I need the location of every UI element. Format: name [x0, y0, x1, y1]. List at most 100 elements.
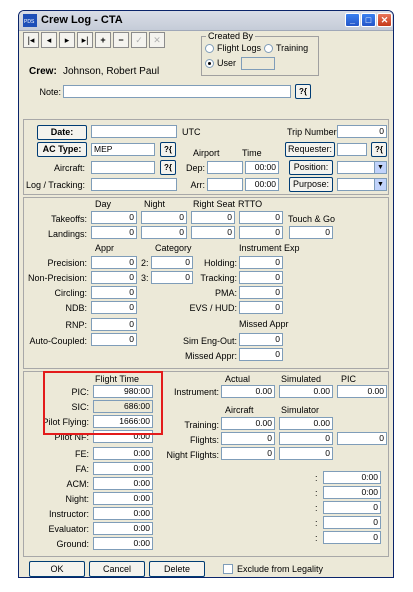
flights-label: Flights:	[189, 435, 219, 445]
ac-type-field[interactable]: MEP	[91, 143, 155, 156]
night-flights-aircraft-field[interactable]: 0	[221, 447, 275, 460]
tracking-field[interactable]: 0	[239, 271, 283, 284]
previous-record-button[interactable]: ◂	[41, 32, 57, 48]
category-2-field[interactable]: 0	[151, 256, 193, 269]
purpose-button[interactable]: Purpose:	[289, 177, 333, 192]
landings-rtto-field[interactable]: 0	[239, 226, 283, 239]
col-header-day: Day	[95, 199, 112, 209]
acm-label: ACM:	[66, 479, 90, 489]
flights-aircraft-field[interactable]: 0	[221, 432, 275, 445]
chevron-down-icon[interactable]: ▼	[374, 179, 386, 190]
instrument-exp-header: Instrument Exp	[239, 243, 300, 253]
rnp-field[interactable]: 0	[91, 318, 137, 331]
landings-day-field[interactable]: 0	[91, 226, 137, 239]
category-2-label: 2:	[141, 258, 149, 268]
created-by-group	[201, 36, 319, 76]
requester-help-button[interactable]: ?{	[371, 142, 387, 157]
radio-training-label: Training	[276, 43, 309, 53]
requester-field[interactable]	[337, 143, 367, 156]
landings-night-field[interactable]: 0	[141, 226, 187, 239]
takeoffs-rtto-field[interactable]: 0	[239, 211, 283, 224]
ac-type-help-button[interactable]: ?{	[160, 142, 176, 157]
requester-button[interactable]: Requester:	[285, 142, 335, 157]
training-simulator-field[interactable]: 0.00	[279, 417, 333, 430]
touch-go-field[interactable]: 0	[289, 226, 333, 239]
note-help-button[interactable]: ?{	[295, 84, 311, 99]
ground-field[interactable]: 0:00	[93, 537, 153, 550]
sim-eng-out-field[interactable]: 0	[239, 333, 283, 346]
exclude-legality-checkbox[interactable]	[223, 564, 233, 574]
non-precision-field[interactable]: 0	[91, 271, 137, 284]
aircraft-help-button[interactable]: ?{	[160, 160, 176, 175]
last-record-button[interactable]: ▸|	[77, 32, 93, 48]
cancel-edit-button[interactable]: ✕	[149, 32, 165, 48]
fe-field[interactable]: 0:00	[93, 447, 153, 460]
instrument-pic-field[interactable]: 0.00	[337, 385, 387, 398]
night-flights-simulator-field[interactable]: 0	[279, 447, 333, 460]
fa-field[interactable]: 0:00	[93, 462, 153, 475]
auto-coupled-field[interactable]: 0	[91, 333, 137, 346]
evaluator-field[interactable]: 0:00	[93, 522, 153, 535]
dep-airport-field[interactable]	[207, 161, 243, 174]
arr-airport-field[interactable]	[207, 178, 243, 191]
radio-flight-logs[interactable]	[205, 44, 214, 53]
radio-user[interactable]	[205, 59, 214, 68]
misc-field-5[interactable]: 0	[323, 531, 381, 544]
takeoffs-day-field[interactable]: 0	[91, 211, 137, 224]
training-aircraft-field[interactable]: 0.00	[221, 417, 275, 430]
instrument-simulated-field[interactable]: 0.00	[279, 385, 333, 398]
minimize-button[interactable]: _	[345, 13, 360, 27]
close-button[interactable]: ✕	[377, 13, 392, 27]
ndb-label: NDB:	[65, 303, 87, 313]
save-record-button[interactable]: ✓	[131, 32, 147, 48]
landings-right-seat-field[interactable]: 0	[191, 226, 235, 239]
evs-hud-field[interactable]: 0	[239, 301, 283, 314]
note-field[interactable]	[63, 85, 291, 98]
takeoffs-night-field[interactable]: 0	[141, 211, 187, 224]
category-3-field[interactable]: 0	[151, 271, 193, 284]
first-record-button[interactable]: |◂	[23, 32, 39, 48]
cancel-button[interactable]: Cancel	[89, 561, 145, 577]
ac-type-button[interactable]: AC Type:	[37, 142, 87, 157]
created-by-user-field[interactable]	[241, 57, 275, 70]
chevron-down-icon[interactable]: ▼	[374, 162, 386, 173]
holding-label: Holding:	[203, 258, 237, 268]
misc-field-2[interactable]: 0:00	[323, 486, 381, 499]
dep-time-field[interactable]: 00:00	[245, 161, 279, 174]
missed-appr-field[interactable]: 0	[239, 348, 283, 361]
fe-label: FE:	[74, 449, 89, 459]
flights-simulator-field[interactable]: 0	[279, 432, 333, 445]
misc-field-1[interactable]: 0:00	[323, 471, 381, 484]
radio-training[interactable]	[264, 44, 273, 53]
date-field[interactable]	[91, 125, 177, 138]
instructor-field[interactable]: 0:00	[93, 507, 153, 520]
trip-number-field[interactable]: 0	[337, 125, 387, 138]
precision-field[interactable]: 0	[91, 256, 137, 269]
pma-field[interactable]: 0	[239, 286, 283, 299]
misc-field-3[interactable]: 0	[323, 501, 381, 514]
log-tracking-field[interactable]	[91, 178, 177, 191]
add-record-button[interactable]: +	[95, 32, 111, 48]
position-button[interactable]: Position:	[289, 160, 333, 175]
misc-field-4[interactable]: 0	[323, 516, 381, 529]
maximize-button[interactable]: □	[361, 13, 376, 27]
instrument-actual-field[interactable]: 0.00	[221, 385, 275, 398]
circling-field[interactable]: 0	[91, 286, 137, 299]
purpose-select[interactable]: ▼	[337, 178, 387, 191]
misc-colon-5: :	[315, 533, 318, 543]
flights-other-field[interactable]: 0	[337, 432, 387, 445]
acm-field[interactable]: 0:00	[93, 477, 153, 490]
aircraft-field[interactable]	[91, 161, 155, 174]
position-select[interactable]: ▼	[337, 161, 387, 174]
takeoffs-right-seat-field[interactable]: 0	[191, 211, 235, 224]
date-button[interactable]: Date:	[37, 125, 87, 140]
ok-button[interactable]: OK	[29, 561, 85, 577]
ndb-field[interactable]: 0	[91, 301, 137, 314]
precision-label: Precision:	[47, 258, 87, 268]
arr-time-field[interactable]: 00:00	[245, 178, 279, 191]
holding-field[interactable]: 0	[239, 256, 283, 269]
next-record-button[interactable]: ▸	[59, 32, 75, 48]
night-field[interactable]: 0:00	[93, 492, 153, 505]
delete-button[interactable]: Delete	[149, 561, 205, 577]
delete-record-button[interactable]: −	[113, 32, 129, 48]
